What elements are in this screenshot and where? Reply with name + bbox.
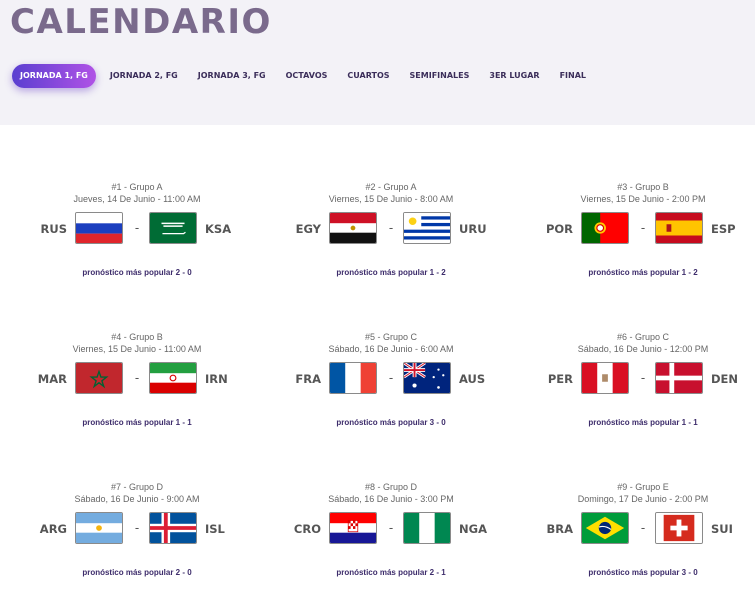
tab-jornada-2[interactable]: JORNADA 2, FG (110, 64, 178, 88)
flag-argentina-icon (75, 512, 123, 544)
match-number: #8 - Grupo D (364, 482, 418, 492)
flag-iceland-icon (149, 512, 197, 544)
flag-russia-icon (75, 212, 123, 244)
match-date: Viernes, 15 De Junio - 11:00 AM (72, 344, 202, 354)
popular-prediction[interactable]: pronóstico más popular 1 - 1 (543, 418, 743, 427)
flag-denmark-icon (655, 362, 703, 394)
match-number: #3 - Grupo B (617, 182, 669, 192)
away-team-code: DEN (711, 372, 739, 386)
tab-jornada-3[interactable]: JORNADA 3, FG (198, 64, 266, 88)
away-team-code: KSA (205, 222, 232, 236)
home-team-code: BRA (546, 522, 573, 536)
home-team-code: EGY (295, 222, 321, 236)
match-card[interactable]: #3 - Grupo B Viernes, 15 De Junio - 2:00… (543, 182, 743, 287)
away-team-code: NGA (459, 522, 487, 536)
flag-nigeria-icon (403, 512, 451, 544)
flag-morocco-icon (75, 362, 123, 394)
match-card[interactable]: #1 - Grupo A Jueves, 14 De Junio - 11:00… (37, 182, 237, 287)
match-date: Viernes, 15 De Junio - 2:00 PM (580, 194, 706, 204)
match-card[interactable]: #5 - Grupo C Sábado, 16 De Junio - 6:00 … (291, 332, 491, 437)
popular-prediction[interactable]: pronóstico más popular 3 - 0 (543, 568, 743, 577)
home-team-code: CRO (293, 522, 321, 536)
flag-switzerland-icon (655, 512, 703, 544)
flag-peru-icon (581, 362, 629, 394)
popular-prediction[interactable]: pronóstico más popular 1 - 1 (37, 418, 237, 427)
away-team-code: SUI (711, 522, 733, 536)
page-title: CALENDARIO (10, 2, 272, 42)
match-card[interactable]: #6 - Grupo C Sábado, 16 De Junio - 12:00… (543, 332, 743, 437)
away-team-code: URU (459, 222, 487, 236)
vs-separator: - (134, 220, 140, 235)
vs-separator: - (640, 370, 646, 385)
flag-uruguay-icon (403, 212, 451, 244)
vs-separator: - (388, 220, 394, 235)
match-date: Sábado, 16 De Junio - 6:00 AM (328, 344, 454, 354)
home-team-code: ARG (39, 522, 67, 536)
flag-saudi-arabia-icon (149, 212, 197, 244)
away-team-code: ISL (205, 522, 225, 536)
away-team-code: IRN (205, 372, 228, 386)
flag-croatia-icon (329, 512, 377, 544)
match-number: #7 - Grupo D (110, 482, 164, 492)
match-date: Domingo, 17 De Junio - 2:00 PM (577, 494, 709, 504)
popular-prediction[interactable]: pronóstico más popular 2 - 1 (291, 568, 491, 577)
match-card[interactable]: #2 - Grupo A Viernes, 15 De Junio - 8:00… (291, 182, 491, 287)
home-team-code: FRA (295, 372, 321, 386)
flag-france-icon (329, 362, 377, 394)
vs-separator: - (134, 520, 140, 535)
home-team-code: PER (547, 372, 573, 386)
match-number: #4 - Grupo B (111, 332, 163, 342)
vs-separator: - (134, 370, 140, 385)
flag-spain-icon (655, 212, 703, 244)
match-date: Sábado, 16 De Junio - 12:00 PM (577, 344, 709, 354)
popular-prediction[interactable]: pronóstico más popular 1 - 2 (543, 268, 743, 277)
match-card[interactable]: #8 - Grupo D Sábado, 16 De Junio - 3:00 … (291, 482, 491, 587)
match-date: Jueves, 14 De Junio - 11:00 AM (73, 194, 201, 204)
match-number: #6 - Grupo C (616, 332, 670, 342)
vs-separator: - (388, 370, 394, 385)
vs-separator: - (640, 220, 646, 235)
away-team-code: AUS (459, 372, 486, 386)
home-team-code: MAR (37, 372, 67, 386)
match-number: #1 - Grupo A (111, 182, 163, 192)
popular-prediction[interactable]: pronóstico más popular 2 - 0 (37, 268, 237, 277)
tab-semifinales[interactable]: SEMIFINALES (410, 64, 470, 88)
round-tabs: JORNADA 1, FG JORNADA 2, FG JORNADA 3, F… (12, 64, 606, 88)
popular-prediction[interactable]: pronóstico más popular 2 - 0 (37, 568, 237, 577)
flag-australia-icon (403, 362, 451, 394)
popular-prediction[interactable]: pronóstico más popular 1 - 2 (291, 268, 491, 277)
tab-jornada-1[interactable]: JORNADA 1, FG (12, 64, 96, 88)
match-date: Viernes, 15 De Junio - 8:00 AM (328, 194, 454, 204)
tab-cuartos[interactable]: CUARTOS (347, 64, 389, 88)
match-number: #9 - Grupo E (617, 482, 669, 492)
match-number: #5 - Grupo C (364, 332, 418, 342)
flag-brazil-icon (581, 512, 629, 544)
tab-octavos[interactable]: OCTAVOS (286, 64, 328, 88)
tab-final[interactable]: FINAL (560, 64, 586, 88)
match-card[interactable]: #4 - Grupo B Viernes, 15 De Junio - 11:0… (37, 332, 237, 437)
match-card[interactable]: #9 - Grupo E Domingo, 17 De Junio - 2:00… (543, 482, 743, 587)
flag-egypt-icon (329, 212, 377, 244)
flag-portugal-icon (581, 212, 629, 244)
match-card[interactable]: #7 - Grupo D Sábado, 16 De Junio - 9:00 … (37, 482, 237, 587)
match-date: Sábado, 16 De Junio - 3:00 PM (328, 494, 454, 504)
header: CALENDARIO JORNADA 1, FG JORNADA 2, FG J… (0, 0, 755, 125)
popular-prediction[interactable]: pronóstico más popular 3 - 0 (291, 418, 491, 427)
vs-separator: - (640, 520, 646, 535)
tab-3er-lugar[interactable]: 3ER LUGAR (489, 64, 539, 88)
flag-iran-icon (149, 362, 197, 394)
home-team-code: RUS (40, 222, 67, 236)
home-team-code: POR (545, 222, 573, 236)
match-number: #2 - Grupo A (365, 182, 417, 192)
match-date: Sábado, 16 De Junio - 9:00 AM (74, 494, 200, 504)
away-team-code: ESP (711, 222, 736, 236)
vs-separator: - (388, 520, 394, 535)
